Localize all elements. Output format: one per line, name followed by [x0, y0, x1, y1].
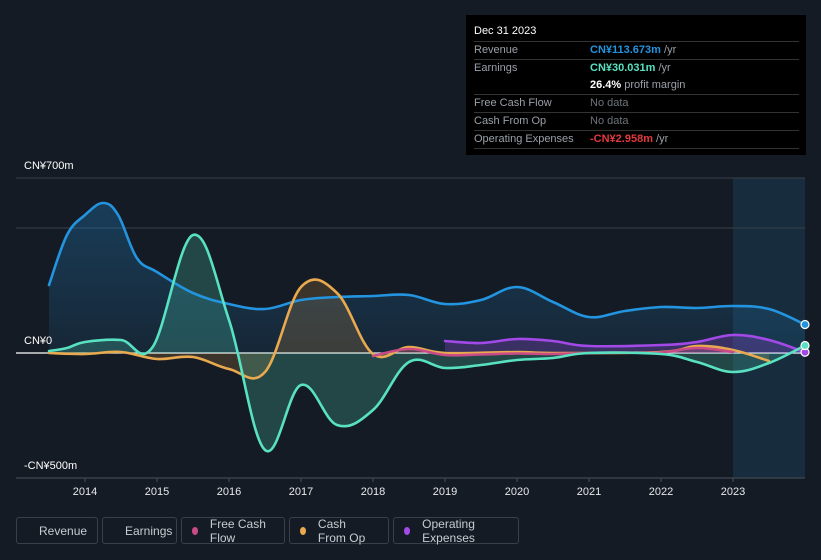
legend-label: Free Cash Flow	[209, 516, 266, 545]
legend-item-operating-expenses[interactable]: Operating Expenses	[393, 516, 519, 545]
tooltip-label: Earnings	[474, 62, 518, 74]
tooltip-row-revenue: Revenue CN¥113.673m /yr	[474, 42, 799, 59]
legend: Revenue Earnings Free Cash Flow Cash Fro…	[16, 516, 519, 545]
x-tick-label: 2019	[433, 486, 457, 498]
legend-item-free-cash-flow[interactable]: Free Cash Flow	[181, 516, 285, 545]
legend-label: Revenue	[39, 523, 88, 538]
x-tick-label: 2016	[217, 486, 241, 498]
tooltip-label: Free Cash Flow	[474, 97, 552, 109]
legend-label: Earnings	[125, 523, 173, 538]
y-tick-zero: CN¥0	[24, 335, 53, 347]
tooltip-date: Dec 31 2023	[474, 23, 799, 42]
x-tick-label: 2017	[289, 486, 313, 498]
tooltip-row-margin: 26.4% profit margin	[474, 77, 799, 95]
tooltip-row-fcf: Free Cash Flow No data	[474, 95, 799, 113]
legend-item-earnings[interactable]: Earnings	[102, 517, 177, 544]
tooltip-label	[474, 77, 590, 94]
revenue-end-marker[interactable]	[800, 319, 810, 330]
x-tick-label: 2023	[721, 486, 745, 498]
operating-expenses-dot-icon	[404, 526, 411, 535]
tooltip-row-earnings: Earnings CN¥30.031m /yr	[474, 60, 799, 77]
x-tick-label: 2014	[73, 486, 97, 498]
x-tick-label: 2022	[649, 486, 673, 498]
free-cash-flow-dot-icon	[192, 526, 198, 535]
legend-item-revenue[interactable]: Revenue	[16, 517, 98, 544]
y-tick-bottom: -CN¥500m	[24, 460, 78, 472]
tooltip: Dec 31 2023 Revenue CN¥113.673m /yr Earn…	[466, 15, 806, 155]
tooltip-row-cfo: Cash From Op No data	[474, 113, 799, 131]
legend-label: Operating Expenses	[422, 516, 475, 545]
tooltip-value: CN¥30.031m	[590, 62, 656, 74]
tooltip-unit: profit margin	[621, 79, 686, 91]
tooltip-label: Operating Expenses	[474, 133, 574, 145]
tooltip-row-opex: Operating Expenses -CN¥2.958m /yr	[474, 131, 799, 149]
tooltip-value: No data	[590, 115, 629, 127]
tooltip-value: No data	[590, 97, 629, 109]
legend-label: Cash From Op	[317, 516, 366, 545]
tooltip-value: -CN¥2.958m	[590, 133, 653, 145]
tooltip-unit: /yr	[655, 62, 671, 74]
tooltip-label: Cash From Op	[474, 115, 547, 127]
x-tick-label: 2015	[145, 486, 169, 498]
tooltip-label: Revenue	[474, 44, 519, 56]
tooltip-unit: /yr	[652, 133, 669, 145]
tooltip-value: 26.4%	[590, 79, 622, 91]
y-tick-top: CN¥700m	[24, 160, 74, 172]
tooltip-value: CN¥113.673m	[590, 44, 661, 56]
x-tick-label: 2021	[577, 486, 601, 498]
x-tick-label: 2020	[505, 486, 529, 498]
x-tick-label: 2018	[361, 486, 385, 498]
cash-from-op-dot-icon	[300, 526, 306, 535]
tooltip-unit: /yr	[660, 44, 677, 56]
earnings-end-marker[interactable]	[800, 340, 810, 351]
legend-item-cash-from-op[interactable]: Cash From Op	[289, 516, 389, 545]
